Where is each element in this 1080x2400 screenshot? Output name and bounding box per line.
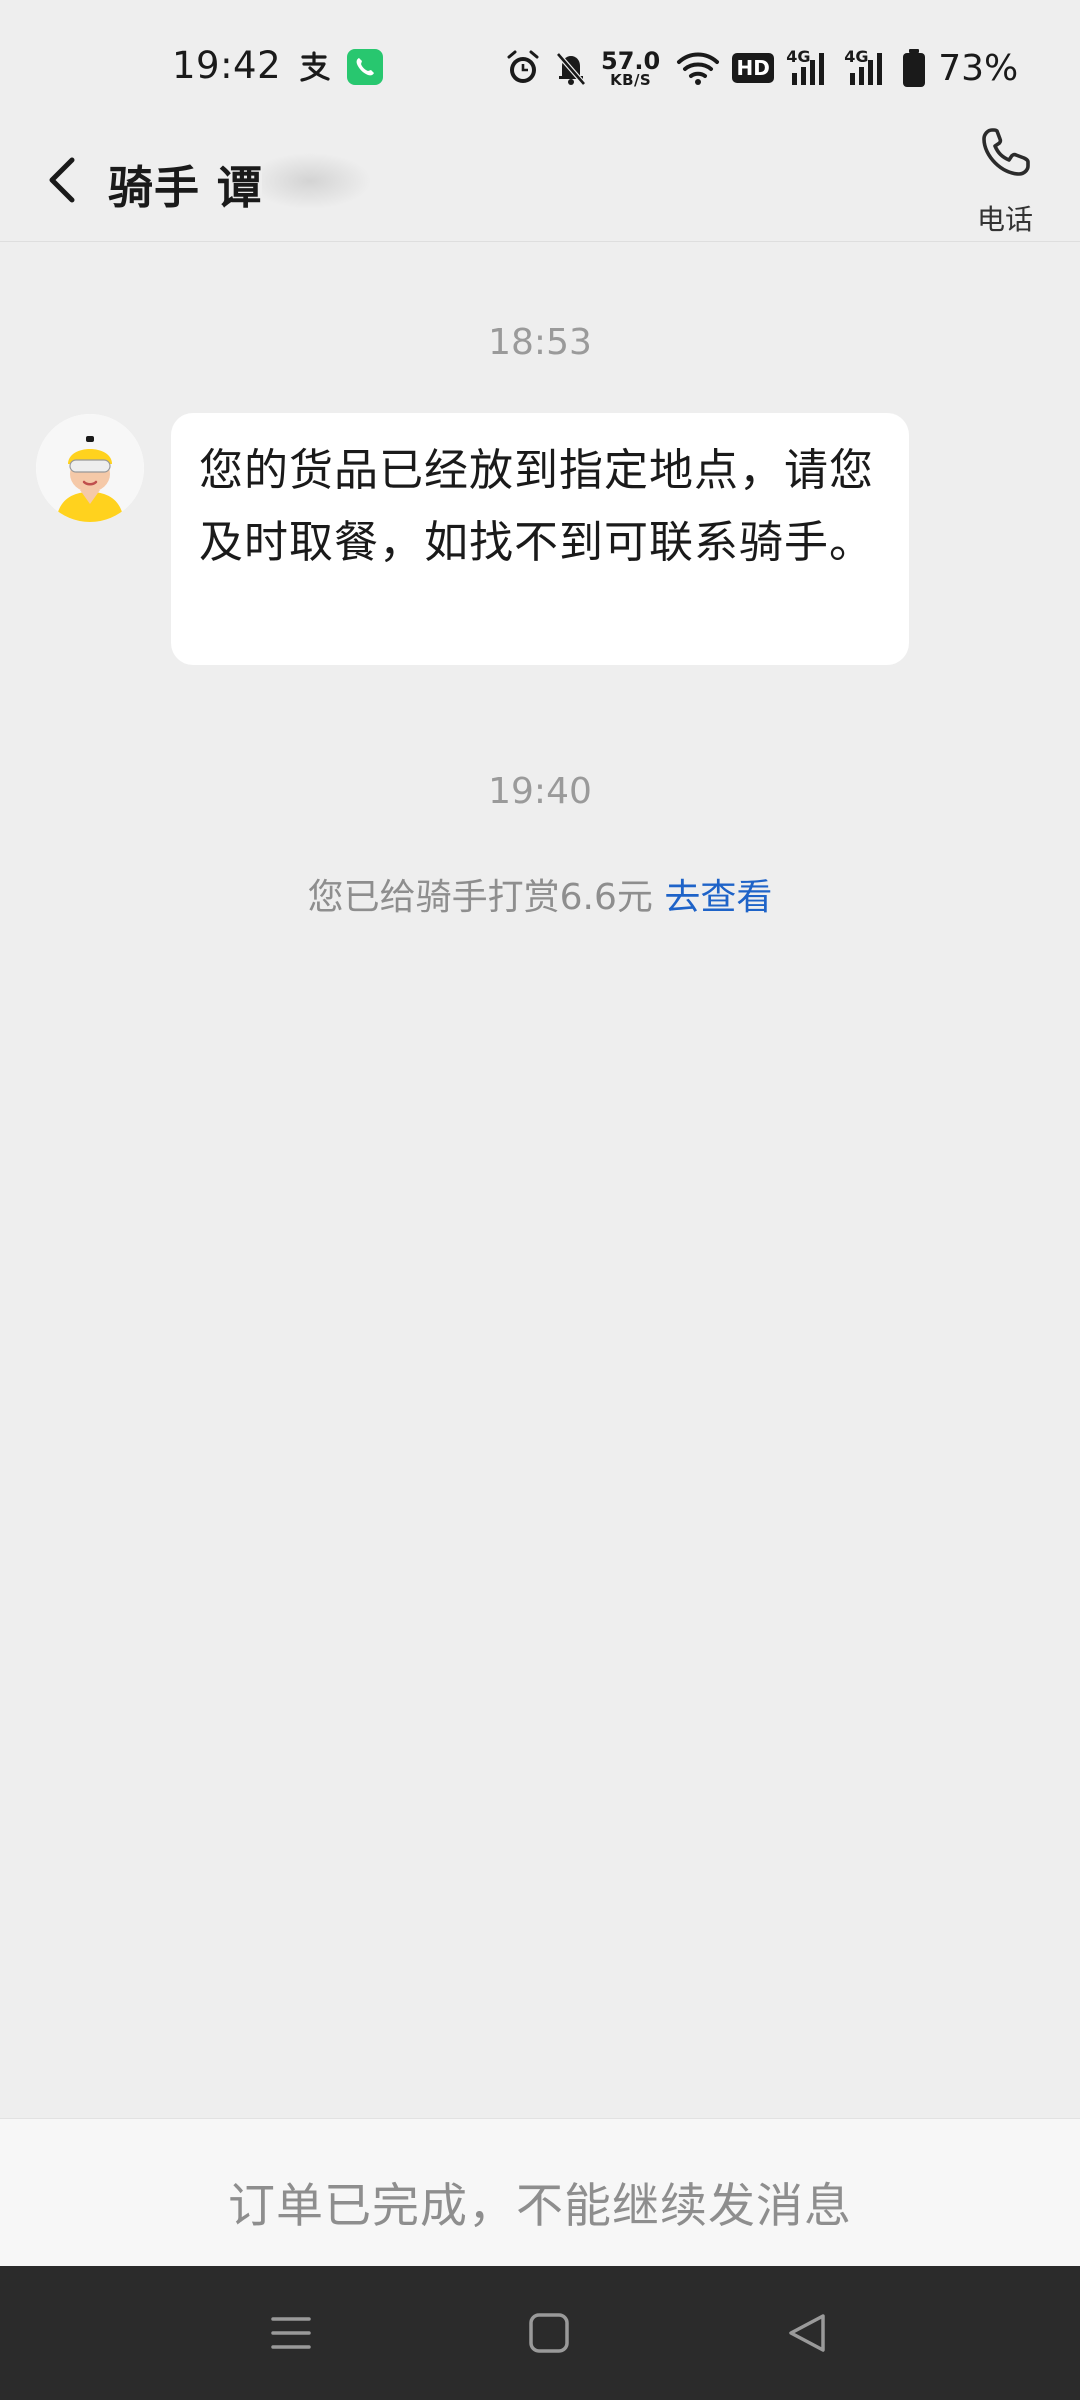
mute-icon xyxy=(556,52,586,86)
wifi-icon xyxy=(677,52,720,85)
recents-button[interactable] xyxy=(231,2266,351,2400)
battery-percent: 73% xyxy=(938,47,1019,89)
phone-icon xyxy=(982,128,1030,176)
page-title: 骑手 谭 xyxy=(108,161,263,214)
message-text: 您的货品已经放到指定地点，请您及时取餐，如找不到可联系骑手。 xyxy=(199,445,874,568)
home-button[interactable] xyxy=(489,2266,609,2400)
order-complete-footer: 订单已完成，不能继续发消息 xyxy=(0,2118,1080,2267)
phone-button[interactable]: 电话 xyxy=(966,120,1044,240)
alarm-icon xyxy=(507,50,539,83)
view-tip-link[interactable]: 去查看 xyxy=(664,877,772,918)
back-button[interactable] xyxy=(747,2266,867,2400)
signal-icon: 4G xyxy=(844,47,890,85)
network-speed-value: 57.0 xyxy=(601,46,661,75)
rider-avatar[interactable] xyxy=(36,414,144,522)
network-speed: 57.0 KB/S xyxy=(601,49,660,88)
redacted-name xyxy=(262,148,382,214)
call-active-icon xyxy=(347,49,383,85)
status-bar: 19:42 57.0 KB/S HD 4G 4G 73% xyxy=(0,0,1080,135)
tip-notice-text: 您已给骑手打赏6.6元 xyxy=(307,877,653,918)
signal-icon: 4G xyxy=(786,47,832,85)
back-triangle-icon xyxy=(789,2314,825,2352)
battery-icon xyxy=(903,49,926,87)
network-speed-unit: KB/S xyxy=(610,70,652,89)
message-bubble[interactable]: 您的货品已经放到指定地点，请您及时取餐，如找不到可联系骑手。 xyxy=(171,413,909,665)
alipay-icon xyxy=(300,51,330,82)
system-nav-bar xyxy=(0,2266,1080,2400)
status-icons-right: 57.0 KB/S HD 4G 4G 73% xyxy=(505,43,1030,93)
message-timestamp: 19:40 xyxy=(488,771,592,812)
rider-avatar-icon xyxy=(36,414,144,522)
phone-label: 电话 xyxy=(976,203,1033,236)
footer-notice: 订单已完成，不能继续发消息 xyxy=(228,2179,852,2234)
back-arrow-icon[interactable] xyxy=(42,154,80,206)
message-timestamp: 18:53 xyxy=(488,322,592,363)
hd-icon: HD xyxy=(732,53,775,83)
tip-notice: 您已给骑手打赏6.6元 去查看 xyxy=(0,868,1080,920)
status-time: 19:42 xyxy=(172,44,282,87)
home-square-icon xyxy=(529,2313,569,2353)
menu-icon xyxy=(271,2317,311,2349)
